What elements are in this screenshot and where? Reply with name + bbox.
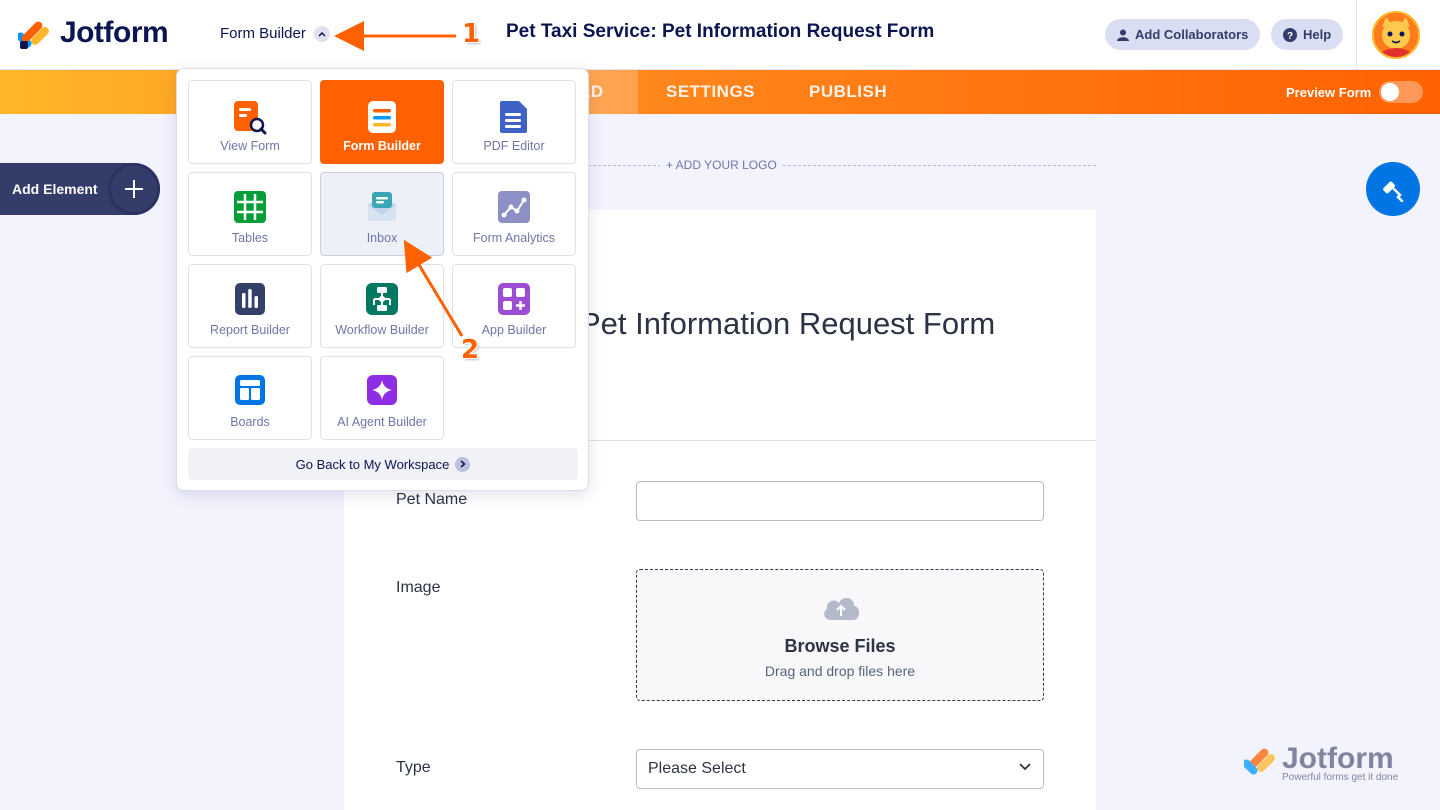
type-select[interactable]: Please Select [636, 749, 1044, 789]
tile-label: Form Builder [343, 139, 421, 153]
tile-report-builder[interactable]: Report Builder [188, 264, 312, 348]
tile-boards[interactable]: Boards [188, 356, 312, 440]
analytics-icon [498, 191, 530, 223]
view-form-icon [234, 101, 267, 135]
tile-view-form[interactable]: View Form [188, 80, 312, 164]
workflow-icon [366, 283, 398, 315]
form-heading[interactable]: Pet Information Request Form [580, 306, 995, 342]
product-switcher-menu: View Form Form Builder PDF Editor Tables [176, 68, 589, 491]
jotform-watermark-logo-icon [1244, 748, 1275, 775]
plus-icon[interactable] [108, 163, 160, 215]
watermark-tagline: Powerful forms get it done [1282, 772, 1399, 783]
tile-label: View Form [220, 139, 280, 153]
chevron-down-icon [1019, 763, 1031, 771]
jotform-logo[interactable]: Jotform [18, 16, 169, 50]
tile-form-builder[interactable]: Form Builder [320, 80, 444, 164]
add-logo-link[interactable]: + ADD YOUR LOGO [660, 158, 783, 172]
tile-label: Inbox [366, 231, 398, 245]
tile-form-analytics[interactable]: Form Analytics [452, 172, 576, 256]
preview-form-toggle[interactable]: Preview Form [1286, 70, 1424, 114]
inbox-icon [368, 192, 396, 221]
tile-label: PDF Editor [483, 139, 545, 153]
workspace-link-label: Go Back to My Workspace [295, 456, 450, 472]
jotform-watermark: Jotform Powerful forms get it done [1244, 744, 1398, 783]
avatar[interactable] [1372, 11, 1420, 59]
ai-agent-icon [367, 375, 397, 405]
annotation-step-1: 1 [462, 19, 481, 49]
tile-inbox[interactable]: Inbox [320, 172, 444, 256]
image-label: Image [396, 579, 441, 596]
tile-pdf-editor[interactable]: PDF Editor [452, 80, 576, 164]
add-element-button[interactable]: Add Element [0, 163, 160, 215]
report-builder-icon [235, 283, 265, 315]
type-label: Type [396, 759, 431, 776]
cat-avatar-icon [1380, 17, 1412, 57]
tile-label: Form Analytics [473, 231, 555, 245]
product-switcher[interactable]: Form Builder [220, 25, 330, 42]
paint-roller-icon [1383, 181, 1404, 202]
svg-text:?: ? [1287, 31, 1293, 42]
tile-label: Report Builder [210, 323, 290, 337]
tab-settings[interactable]: SETTINGS [666, 70, 755, 114]
form-designer-button[interactable] [1366, 162, 1420, 216]
browse-files-label[interactable]: Browse Files [637, 636, 1043, 657]
user-icon [1117, 29, 1129, 41]
annotation-step-2: 2 [461, 335, 480, 365]
preview-form-label: Preview Form [1286, 84, 1372, 100]
app-builder-icon [498, 283, 530, 315]
help-icon: ? [1283, 27, 1297, 42]
tile-label: AI Agent Builder [337, 415, 427, 429]
tables-icon [234, 191, 266, 223]
tile-workflow-builder[interactable]: Workflow Builder [320, 264, 444, 348]
file-upload-dropzone[interactable]: Browse Files Drag and drop files here [636, 569, 1044, 701]
logo-text: Jotform [60, 16, 169, 49]
tile-label: Tables [231, 231, 269, 245]
header-divider [1356, 0, 1357, 70]
type-select-value: Please Select [648, 760, 746, 777]
add-collaborators-label: Add Collaborators [1135, 27, 1249, 42]
chevron-right-icon [455, 456, 471, 472]
help-button[interactable]: ? Help [1271, 19, 1344, 50]
boards-icon [235, 375, 265, 405]
form-builder-icon [368, 101, 396, 133]
tile-label: Boards [230, 415, 270, 429]
product-switcher-label: Form Builder [220, 25, 306, 42]
tile-label: Workflow Builder [335, 323, 429, 337]
help-label: Help [1303, 27, 1332, 42]
cloud-upload-icon [824, 597, 860, 620]
preview-toggle-switch[interactable] [1379, 81, 1424, 103]
drag-drop-hint: Drag and drop files here [764, 663, 916, 679]
pdf-editor-icon [500, 101, 527, 133]
add-element-label: Add Element [12, 181, 98, 197]
jotform-logo-icon [18, 21, 49, 49]
tile-ai-agent-builder[interactable]: AI Agent Builder [320, 356, 444, 440]
toggle-knob [1381, 83, 1400, 101]
form-title[interactable]: Pet Taxi Service: Pet Information Reques… [506, 21, 934, 43]
watermark-name: Jotform [1282, 742, 1394, 775]
tab-publish[interactable]: PUBLISH [809, 70, 887, 114]
add-collaborators-button[interactable]: Add Collaborators [1105, 19, 1261, 50]
pet-name-label: Pet Name [396, 491, 468, 508]
tile-tables[interactable]: Tables [188, 172, 312, 256]
top-header: Jotform Form Builder Pet Taxi Service: P… [0, 0, 1440, 70]
chevron-up-icon[interactable] [313, 25, 330, 42]
pet-name-input[interactable] [636, 481, 1044, 521]
go-back-workspace-link[interactable]: Go Back to My Workspace [188, 448, 578, 480]
